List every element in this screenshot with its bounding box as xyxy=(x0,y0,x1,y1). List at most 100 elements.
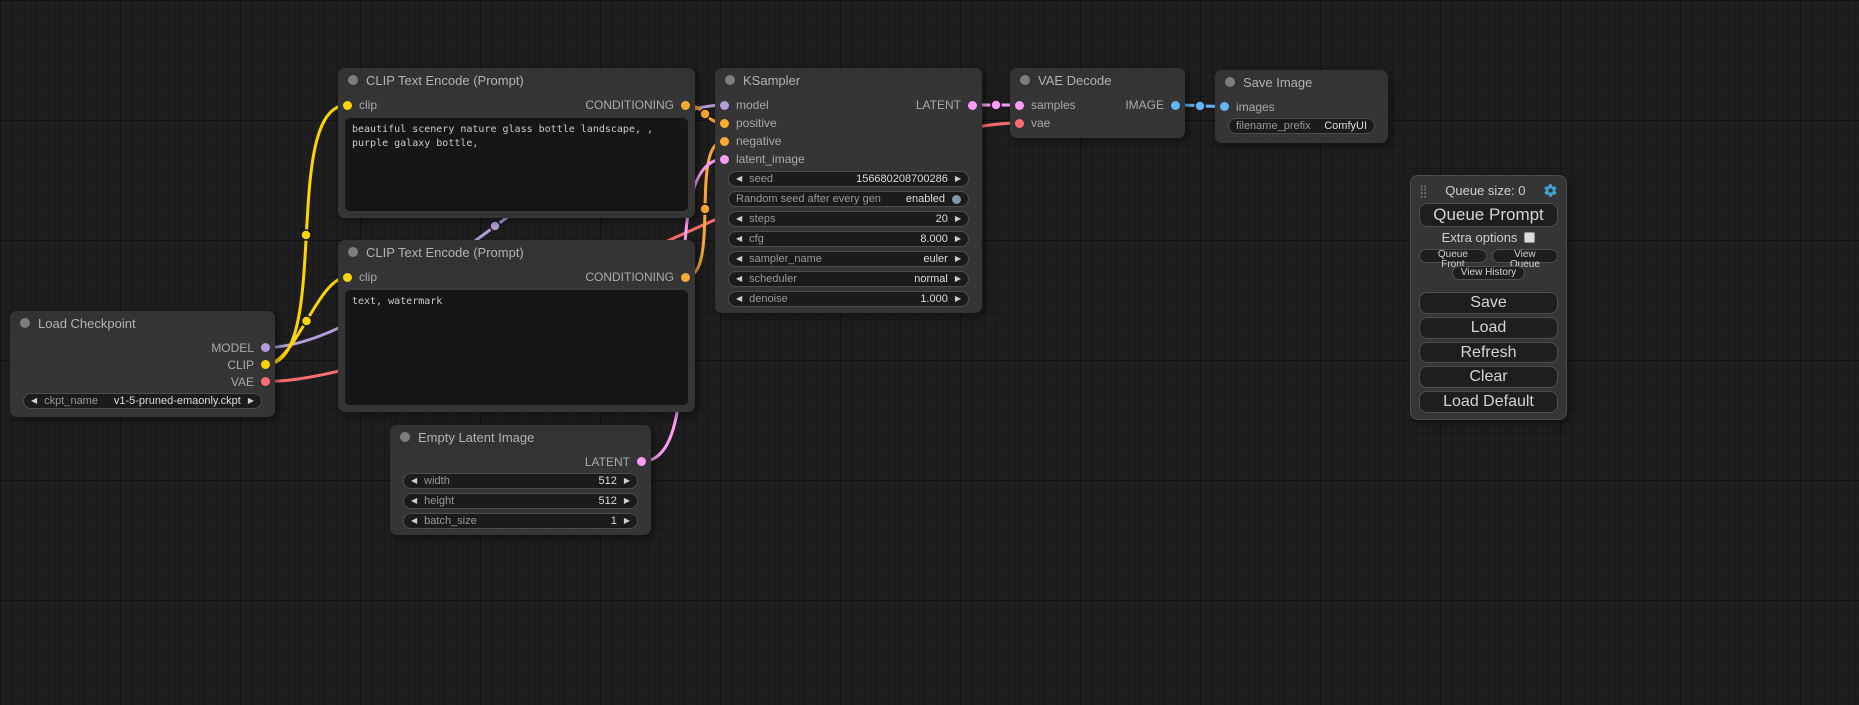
increment-arrow-icon[interactable]: ▶ xyxy=(624,477,630,485)
collapse-dot-icon[interactable] xyxy=(20,318,30,328)
widget-steps[interactable]: ◀ steps 20 ▶ xyxy=(728,211,969,227)
collapse-dot-icon[interactable] xyxy=(348,247,358,257)
node-vae-decode[interactable]: VAE Decode samples vae IMAGE xyxy=(1010,68,1185,138)
node-header[interactable]: Load Checkpoint xyxy=(10,311,275,335)
port-dot-conditioning[interactable] xyxy=(720,137,729,146)
node-clip-text-encode-negative[interactable]: CLIP Text Encode (Prompt) clip CONDITION… xyxy=(338,240,695,412)
port-dot-latent[interactable] xyxy=(637,457,646,466)
decrement-arrow-icon[interactable]: ◀ xyxy=(736,275,742,283)
node-header[interactable]: CLIP Text Encode (Prompt) xyxy=(338,240,695,264)
widget-seed[interactable]: ◀ seed 156680208700286 ▶ xyxy=(728,171,969,187)
positive-prompt-textarea[interactable]: beautiful scenery nature glass bottle la… xyxy=(345,118,688,211)
decrement-arrow-icon[interactable]: ◀ xyxy=(411,497,417,505)
increment-arrow-icon[interactable]: ▶ xyxy=(955,215,961,223)
increment-arrow-icon[interactable]: ▶ xyxy=(624,517,630,525)
output-port-conditioning[interactable]: CONDITIONING xyxy=(585,98,695,112)
output-port-vae[interactable]: VAE xyxy=(10,373,275,390)
port-dot-vae[interactable] xyxy=(1015,119,1024,128)
increment-arrow-icon[interactable]: ▶ xyxy=(248,397,254,405)
settings-gear-icon[interactable] xyxy=(1543,183,1558,198)
load-button[interactable]: Load xyxy=(1419,317,1558,339)
decrement-arrow-icon[interactable]: ◀ xyxy=(31,397,37,405)
decrement-arrow-icon[interactable]: ◀ xyxy=(736,215,742,223)
widget-height[interactable]: ◀ height 512 ▶ xyxy=(403,493,638,509)
toggle-dot-icon[interactable] xyxy=(952,195,961,204)
extra-options-checkbox[interactable] xyxy=(1524,232,1535,243)
collapse-dot-icon[interactable] xyxy=(1020,75,1030,85)
input-port-images[interactable]: images xyxy=(1215,98,1388,115)
widget-batch-size[interactable]: ◀ batch_size 1 ▶ xyxy=(403,513,638,529)
port-dot-image[interactable] xyxy=(1171,101,1180,110)
widget-cfg[interactable]: ◀ cfg 8.000 ▶ xyxy=(728,231,969,247)
drag-handle-icon[interactable]: ⣿ xyxy=(1419,185,1428,197)
increment-arrow-icon[interactable]: ▶ xyxy=(955,295,961,303)
decrement-arrow-icon[interactable]: ◀ xyxy=(736,175,742,183)
widget-ckpt-name[interactable]: ◀ ckpt_name v1-5-pruned-emaonly.ckpt ▶ xyxy=(23,393,262,409)
increment-arrow-icon[interactable]: ▶ xyxy=(955,275,961,283)
refresh-button[interactable]: Refresh xyxy=(1419,342,1558,364)
port-dot-conditioning[interactable] xyxy=(720,119,729,128)
increment-arrow-icon[interactable]: ▶ xyxy=(955,175,961,183)
widget-filename-prefix[interactable]: filename_prefix ComfyUI xyxy=(1228,118,1375,134)
decrement-arrow-icon[interactable]: ◀ xyxy=(411,477,417,485)
queue-front-button[interactable]: Queue Front xyxy=(1419,249,1487,263)
node-header[interactable]: VAE Decode xyxy=(1010,68,1185,92)
node-header[interactable]: Save Image xyxy=(1215,70,1388,94)
output-port-latent[interactable]: LATENT xyxy=(390,453,651,470)
widget-sampler-name[interactable]: ◀ sampler_name euler ▶ xyxy=(728,251,969,267)
collapse-dot-icon[interactable] xyxy=(725,75,735,85)
port-dot-image[interactable] xyxy=(1220,102,1229,111)
node-empty-latent-image[interactable]: Empty Latent Image LATENT ◀ width 512 ▶ … xyxy=(390,425,651,535)
collapse-dot-icon[interactable] xyxy=(1225,77,1235,87)
port-dot-conditioning[interactable] xyxy=(681,101,690,110)
port-dot-latent[interactable] xyxy=(1015,101,1024,110)
output-port-model[interactable]: MODEL xyxy=(10,339,275,356)
port-dot-clip[interactable] xyxy=(261,360,270,369)
increment-arrow-icon[interactable]: ▶ xyxy=(955,235,961,243)
node-header[interactable]: Empty Latent Image xyxy=(390,425,651,449)
output-port-clip[interactable]: CLIP xyxy=(10,356,275,373)
increment-arrow-icon[interactable]: ▶ xyxy=(955,255,961,263)
port-dot-latent[interactable] xyxy=(968,101,977,110)
node-ksampler[interactable]: KSampler model positive negative lat xyxy=(715,68,982,313)
node-save-image[interactable]: Save Image images filename_prefix ComfyU… xyxy=(1215,70,1388,143)
port-dot-vae[interactable] xyxy=(261,377,270,386)
port-dot-conditioning[interactable] xyxy=(681,273,690,282)
node-header[interactable]: KSampler xyxy=(715,68,982,92)
increment-arrow-icon[interactable]: ▶ xyxy=(624,497,630,505)
view-history-button[interactable]: View History xyxy=(1452,266,1525,280)
input-port-negative[interactable]: negative xyxy=(715,132,982,150)
collapse-dot-icon[interactable] xyxy=(400,432,410,442)
decrement-arrow-icon[interactable]: ◀ xyxy=(736,255,742,263)
input-port-clip[interactable]: clip xyxy=(338,270,377,284)
port-dot-model[interactable] xyxy=(720,101,729,110)
load-default-button[interactable]: Load Default xyxy=(1419,391,1558,413)
node-canvas[interactable]: Load Checkpoint MODEL CLIP VAE ◀ ckpt_na… xyxy=(0,0,1859,705)
widget-width[interactable]: ◀ width 512 ▶ xyxy=(403,473,638,489)
output-port-latent[interactable]: LATENT xyxy=(916,96,982,114)
port-dot-clip[interactable] xyxy=(343,273,352,282)
node-clip-text-encode-positive[interactable]: CLIP Text Encode (Prompt) clip CONDITION… xyxy=(338,68,695,218)
node-header[interactable]: CLIP Text Encode (Prompt) xyxy=(338,68,695,92)
widget-random-seed-toggle[interactable]: Random seed after every gen enabled xyxy=(728,191,969,207)
decrement-arrow-icon[interactable]: ◀ xyxy=(736,235,742,243)
save-button[interactable]: Save xyxy=(1419,292,1558,314)
collapse-dot-icon[interactable] xyxy=(348,75,358,85)
widget-denoise[interactable]: ◀ denoise 1.000 ▶ xyxy=(728,291,969,307)
negative-prompt-textarea[interactable]: text, watermark xyxy=(345,290,688,405)
port-dot-latent[interactable] xyxy=(720,155,729,164)
input-port-positive[interactable]: positive xyxy=(715,114,982,132)
node-load-checkpoint[interactable]: Load Checkpoint MODEL CLIP VAE ◀ ckpt_na… xyxy=(10,311,275,417)
clear-button[interactable]: Clear xyxy=(1419,366,1558,388)
output-port-image[interactable]: IMAGE xyxy=(1125,96,1185,114)
port-dot-clip[interactable] xyxy=(343,101,352,110)
output-port-conditioning[interactable]: CONDITIONING xyxy=(585,270,695,284)
input-port-latent-image[interactable]: latent_image xyxy=(715,150,982,168)
port-dot-model[interactable] xyxy=(261,343,270,352)
decrement-arrow-icon[interactable]: ◀ xyxy=(411,517,417,525)
input-port-clip[interactable]: clip xyxy=(338,98,377,112)
queue-prompt-button[interactable]: Queue Prompt xyxy=(1419,203,1558,227)
input-port-vae[interactable]: vae xyxy=(1010,114,1185,132)
widget-scheduler[interactable]: ◀ scheduler normal ▶ xyxy=(728,271,969,287)
decrement-arrow-icon[interactable]: ◀ xyxy=(736,295,742,303)
